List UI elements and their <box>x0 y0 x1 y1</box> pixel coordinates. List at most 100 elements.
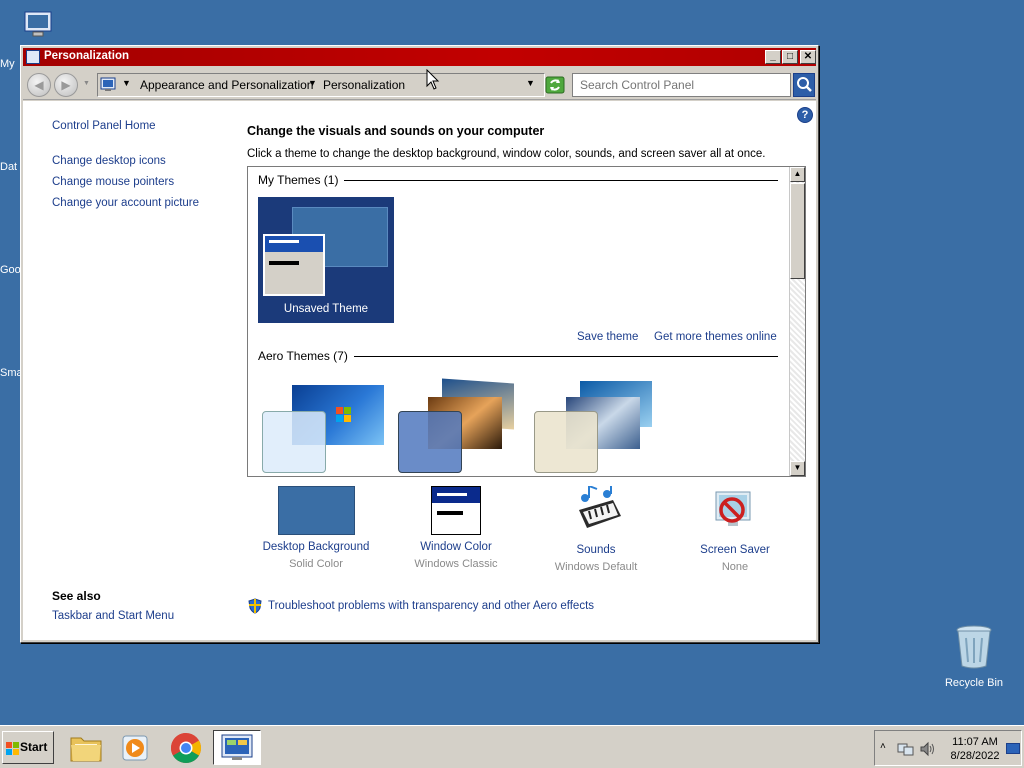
close-button[interactable]: ✕ <box>800 50 816 64</box>
back-arrow-icon: ◀ <box>34 78 44 92</box>
desktop-label-data: Dat <box>0 161 18 173</box>
aero-theme-tile[interactable] <box>534 381 658 473</box>
forward-arrow-icon: ▶ <box>61 78 71 92</box>
aero-theme-tile[interactable] <box>262 381 386 473</box>
title-bar[interactable]: Personalization _ □ ✕ <box>23 48 816 66</box>
folder-icon <box>70 737 102 762</box>
personalization-window: Personalization _ □ ✕ ◀ ▶ ▼ ▼ Appearance… <box>20 45 819 643</box>
change-account-picture-link[interactable]: Change your account picture <box>52 197 199 209</box>
clock[interactable]: 11:07 AM 8/28/2022 <box>941 735 1009 763</box>
window-color-item[interactable]: Window Color Windows Classic <box>386 486 526 570</box>
sounds-icon <box>579 484 621 528</box>
desktop-background-icon <box>277 486 355 535</box>
desktop-label-computer: My <box>0 58 15 70</box>
address-bar: ◀ ▶ ▼ ▼ Appearance and Personalization ▼… <box>23 68 816 100</box>
desktop-background-value: Solid Color <box>289 558 343 570</box>
network-icon[interactable] <box>897 741 915 757</box>
screen-saver-label: Screen Saver <box>700 544 770 556</box>
media-player-icon <box>122 735 148 761</box>
crumb-separator-icon[interactable]: ▼ <box>308 78 317 88</box>
maximize-button[interactable]: □ <box>782 50 798 64</box>
taskbar: Start ˄ 11:07 AM 8/28/2022 <box>0 725 1024 768</box>
screen-saver-value: None <box>721 561 749 573</box>
minimize-button[interactable]: _ <box>765 50 781 64</box>
media-player-taskbar-button[interactable] <box>114 730 154 765</box>
unsaved-theme-label: Unsaved Theme <box>283 303 369 315</box>
theme-preview-window <box>263 234 325 296</box>
aero-theme-tile[interactable] <box>398 378 522 473</box>
save-theme-link[interactable]: Save theme <box>577 331 638 343</box>
control-panel-home-link[interactable]: Control Panel Home <box>52 120 156 132</box>
desktop-icon-computer[interactable] <box>14 10 62 43</box>
volume-icon[interactable] <box>919 741 937 757</box>
chrome-icon <box>170 733 202 764</box>
screen-saver-item[interactable]: Screen Saver None <box>665 486 805 573</box>
themes-scrollbar[interactable]: ▲ ▼ <box>789 167 805 476</box>
breadcrumb[interactable]: ▼ Appearance and Personalization ▼ Perso… <box>97 73 545 97</box>
clock-time: 11:07 AM <box>952 736 998 748</box>
themes-list: My Themes (1) Unsaved Theme Save theme G… <box>247 166 806 477</box>
sounds-label: Sounds <box>576 544 616 556</box>
crumb-separator-icon[interactable]: ▼ <box>122 78 131 88</box>
window-color-label: Window Color <box>420 541 492 553</box>
crumb-appearance[interactable]: Appearance and Personalization <box>140 78 313 92</box>
chrome-taskbar-button[interactable] <box>166 730 206 765</box>
page-subtitle: Click a theme to change the desktop back… <box>247 148 766 160</box>
scroll-down-button[interactable]: ▼ <box>790 461 805 476</box>
see-also-heading: See also <box>52 589 101 603</box>
mouse-cursor-icon <box>426 69 440 90</box>
get-more-themes-link[interactable]: Get more themes online <box>654 331 777 343</box>
scroll-up-button[interactable]: ▲ <box>790 167 805 182</box>
system-tray: ˄ 11:07 AM 8/28/2022 <box>874 730 1022 766</box>
control-panel-taskbar-button[interactable] <box>213 730 261 765</box>
change-desktop-icons-link[interactable]: Change desktop icons <box>52 155 166 167</box>
window-title: Personalization <box>44 50 129 62</box>
start-button[interactable]: Start <box>2 731 54 764</box>
search-input[interactable] <box>578 75 778 95</box>
refresh-icon <box>545 76 565 94</box>
content-area: ? Control Panel Home Change desktop icon… <box>23 101 816 640</box>
search-box <box>572 73 791 97</box>
desktop-icon-recycle-bin[interactable]: Recycle Bin <box>940 624 1008 689</box>
sounds-item[interactable]: Sounds Windows Default <box>526 484 666 573</box>
window-color-icon <box>431 486 481 535</box>
start-label: Start <box>20 740 48 754</box>
refresh-button[interactable] <box>545 76 565 94</box>
address-dropdown-icon[interactable]: ▼ <box>526 78 535 88</box>
theme-glass-window <box>534 411 598 473</box>
windows-flag-icon <box>6 742 19 755</box>
troubleshoot-aero-link[interactable]: Troubleshoot problems with transparency … <box>268 600 594 612</box>
control-panel-crumb-icon <box>100 77 116 93</box>
search-icon <box>797 77 812 92</box>
computer-icon <box>24 11 52 37</box>
desktop-label-google: Goo <box>0 264 21 276</box>
help-icon[interactable]: ? <box>797 107 813 123</box>
window-color-value: Windows Classic <box>414 558 498 570</box>
desktop-label-sma: Sma <box>0 367 22 379</box>
theme-glass-window <box>262 411 326 473</box>
search-button[interactable] <box>793 73 815 97</box>
explorer-taskbar-button[interactable] <box>66 730 106 765</box>
control-panel-icon <box>221 734 253 760</box>
screen-saver-icon <box>715 491 751 526</box>
my-themes-heading: My Themes (1) <box>258 173 345 187</box>
show-hidden-icons-icon[interactable]: ˄ <box>880 741 886 752</box>
shield-icon <box>247 598 263 614</box>
recycle-bin-icon <box>956 625 992 669</box>
desktop-background-label: Desktop Background <box>262 541 370 553</box>
change-mouse-pointers-link[interactable]: Change mouse pointers <box>52 176 174 188</box>
taskbar-start-menu-link[interactable]: Taskbar and Start Menu <box>52 610 174 622</box>
unsaved-theme-tile[interactable]: Unsaved Theme <box>258 197 394 323</box>
recent-pages-dropdown-icon[interactable]: ▼ <box>83 80 90 87</box>
theme-glass-window <box>398 411 462 473</box>
forward-button[interactable]: ▶ <box>54 73 78 97</box>
crumb-personalization[interactable]: Personalization <box>323 78 405 92</box>
back-button[interactable]: ◀ <box>27 73 51 97</box>
page-title: Change the visuals and sounds on your co… <box>247 124 545 138</box>
scroll-thumb[interactable] <box>790 183 805 279</box>
desktop-background-item[interactable]: Desktop Background Solid Color <box>246 486 386 570</box>
clock-date: 8/28/2022 <box>950 750 1000 762</box>
recycle-bin-label: Recycle Bin <box>944 677 1004 689</box>
show-desktop-icon[interactable] <box>1006 743 1020 754</box>
sounds-value: Windows Default <box>554 561 638 573</box>
